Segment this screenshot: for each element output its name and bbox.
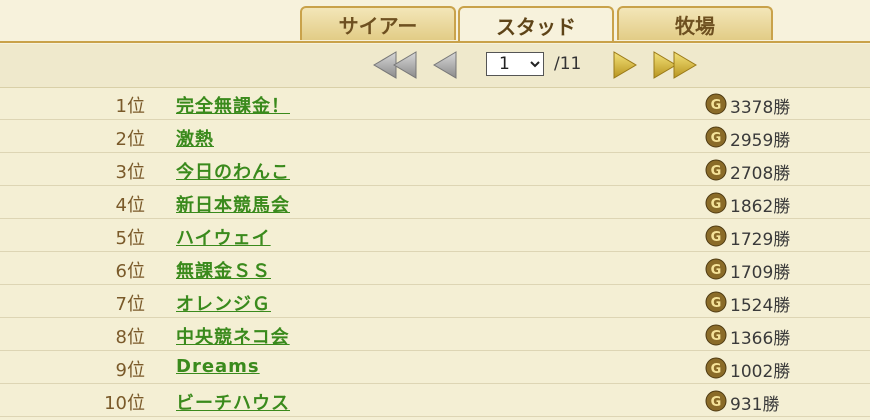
svg-text:G: G (711, 197, 722, 212)
rank-label: 10位 (104, 393, 145, 414)
stud-name-link[interactable]: 中央競ネコ会 (176, 323, 290, 349)
table-row: 9位 Dreams G 1002勝 (0, 351, 870, 384)
double-left-arrow-icon[interactable] (372, 50, 418, 80)
right-arrow-icon[interactable] (612, 50, 638, 80)
table-row: 8位 中央競ネコ会 G 1366勝 (0, 318, 870, 351)
rank-label: 2位 (115, 129, 145, 150)
wins-count: 931勝 (730, 395, 780, 415)
svg-text:G: G (711, 131, 722, 146)
page-select[interactable]: 1 (486, 52, 544, 76)
g1-badge-icon: G (705, 225, 727, 247)
stud-name-link[interactable]: 無課金ＳＳ (176, 257, 271, 283)
svg-text:G: G (711, 230, 722, 245)
table-row: 5位 ハイウェイ G 1729勝 (0, 219, 870, 252)
g1-badge-icon: G (705, 390, 727, 412)
tab-sire[interactable]: サイアー (300, 6, 456, 40)
table-row: 1位 完全無課金！ G 3378勝 (0, 87, 870, 120)
table-row: 10位 ビーチハウス G 931勝 (0, 384, 870, 417)
table-row: 7位 オレンジＧ G 1524勝 (0, 285, 870, 318)
wins-count: 1709勝 (730, 263, 791, 283)
svg-text:G: G (711, 296, 722, 311)
left-arrow-icon[interactable] (432, 50, 458, 80)
stud-name-link[interactable]: 完全無課金！ (176, 92, 290, 118)
svg-text:G: G (711, 98, 722, 113)
svg-text:G: G (711, 263, 722, 278)
rank-label: 9位 (115, 360, 145, 381)
wins-count: 3378勝 (730, 98, 791, 118)
wins-count: 1002勝 (730, 362, 791, 382)
g1-badge-icon: G (705, 357, 727, 379)
stud-name-link[interactable]: ハイウェイ (176, 224, 271, 250)
wins-count: 1524勝 (730, 296, 791, 316)
table-row: 6位 無課金ＳＳ G 1709勝 (0, 252, 870, 285)
tab-bar-underline (0, 41, 870, 43)
wins-count: 2708勝 (730, 164, 791, 184)
rank-label: 5位 (115, 228, 145, 249)
g1-badge-icon: G (705, 258, 727, 280)
svg-text:G: G (711, 329, 722, 344)
svg-text:G: G (711, 395, 722, 410)
rank-label: 4位 (115, 195, 145, 216)
g1-badge-icon: G (705, 159, 727, 181)
tab-farm[interactable]: 牧場 (617, 6, 773, 40)
wins-count: 2959勝 (730, 131, 791, 151)
table-row: 3位 今日のわんこ G 2708勝 (0, 153, 870, 186)
wins-count: 1729勝 (730, 230, 791, 250)
stud-name-link[interactable]: オレンジＧ (176, 290, 271, 316)
rank-label: 6位 (115, 261, 145, 282)
stud-name-link[interactable]: 今日のわんこ (176, 158, 290, 184)
rank-label: 8位 (115, 327, 145, 348)
svg-text:G: G (711, 362, 722, 377)
g1-badge-icon: G (705, 291, 727, 313)
stud-name-link[interactable]: ビーチハウス (176, 389, 290, 415)
rank-label: 3位 (115, 162, 145, 183)
g1-badge-icon: G (705, 192, 727, 214)
stud-name-link[interactable]: 激熱 (176, 125, 214, 151)
page-total: /11 (554, 54, 582, 74)
g1-badge-icon: G (705, 324, 727, 346)
wins-count: 1366勝 (730, 329, 791, 349)
tab-stud[interactable]: スタッド (458, 6, 614, 43)
table-row: 2位 激熱 G 2959勝 (0, 120, 870, 153)
double-right-arrow-icon[interactable] (652, 50, 698, 80)
stud-name-link[interactable]: 新日本競馬会 (176, 191, 290, 217)
wins-count: 1862勝 (730, 197, 791, 217)
table-row: 4位 新日本競馬会 G 1862勝 (0, 186, 870, 219)
g1-badge-icon: G (705, 126, 727, 148)
svg-text:G: G (711, 164, 722, 179)
rank-label: 1位 (115, 96, 145, 117)
rank-label: 7位 (115, 294, 145, 315)
stud-name-link[interactable]: Dreams (176, 356, 260, 377)
g1-badge-icon: G (705, 93, 727, 115)
